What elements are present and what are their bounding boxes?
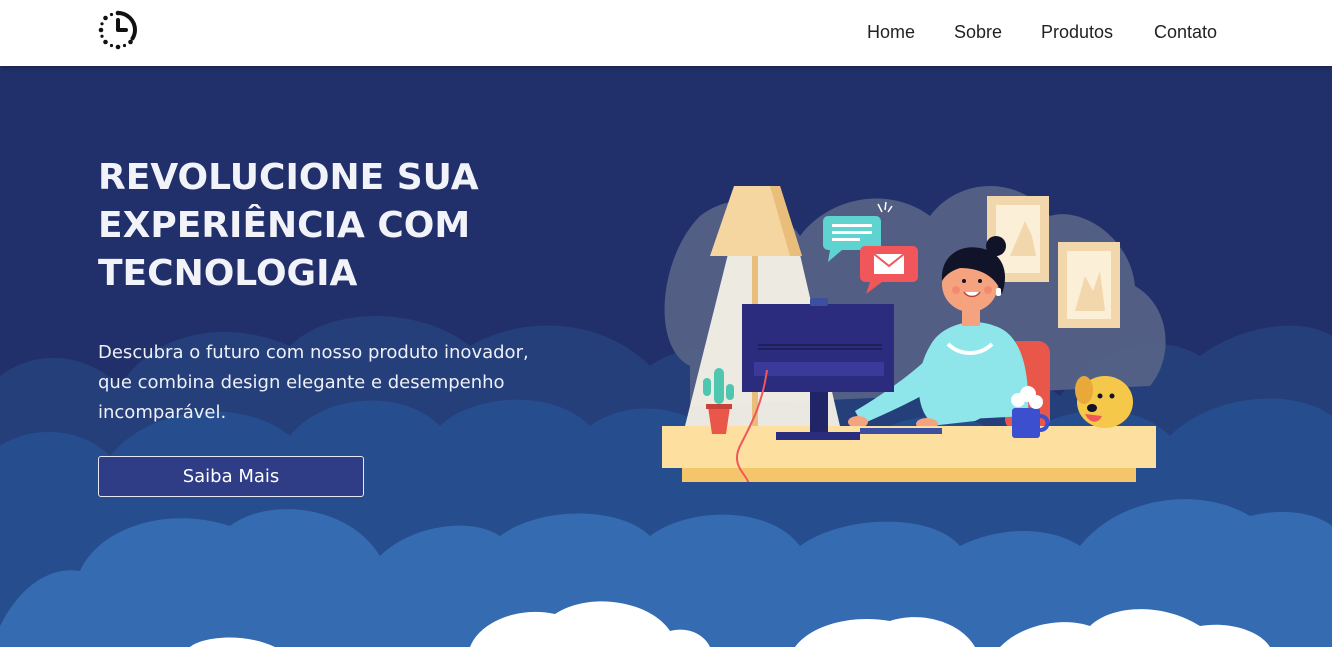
clock-history-icon[interactable] <box>97 9 139 51</box>
nav-link-sobre[interactable]: Sobre <box>954 22 1002 43</box>
nav-link-home[interactable]: Home <box>867 22 915 43</box>
hero-section: REVOLUCIONE SUA EXPERIÊNCIA COM TECNOLOG… <box>0 66 1332 647</box>
nav-link-produtos[interactable]: Produtos <box>1041 22 1113 43</box>
hero-description: Descubra o futuro com nosso produto inov… <box>98 342 529 423</box>
top-header: Home Sobre Produtos Contato <box>0 0 1332 66</box>
nav-link-contato[interactable]: Contato <box>1154 22 1217 43</box>
hero-title: REVOLUCIONE SUA EXPERIÊNCIA COM TECNOLOG… <box>98 157 479 294</box>
saiba-mais-button[interactable]: Saiba Mais <box>98 456 364 497</box>
workspace-illustration <box>662 186 1166 483</box>
landing-page: Home Sobre Produtos Contato REVOLUCIONE … <box>0 0 1332 647</box>
